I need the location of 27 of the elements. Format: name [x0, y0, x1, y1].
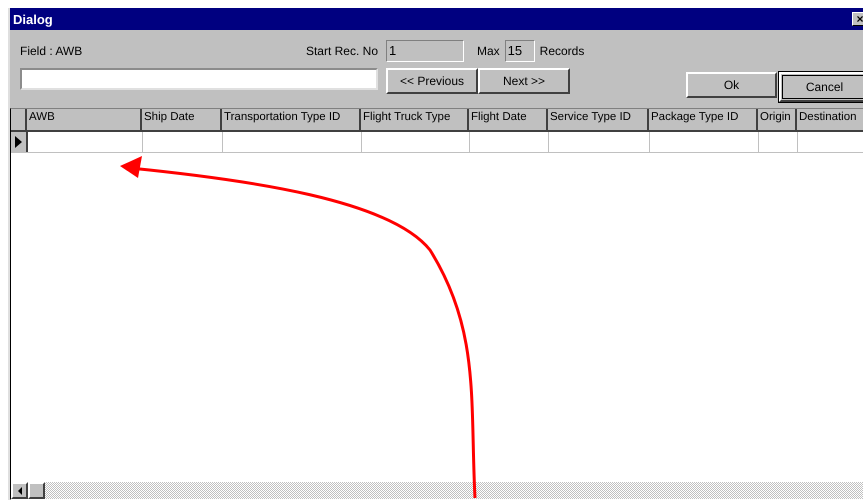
close-button[interactable]: × [852, 12, 863, 26]
next-button[interactable]: Next >> [478, 68, 570, 94]
column-header[interactable]: Flight Date [469, 109, 548, 130]
column-header[interactable]: Service Type ID [548, 109, 649, 130]
field-input[interactable] [20, 68, 378, 90]
cancel-button[interactable]: Cancel [779, 72, 863, 102]
field-label: Field : AWB [20, 43, 82, 60]
ok-button[interactable]: Ok [686, 72, 777, 98]
column-header[interactable]: Flight Truck Type [361, 109, 469, 130]
column-header[interactable]: Destination [797, 109, 863, 130]
row-header[interactable] [11, 132, 28, 152]
horizontal-scrollbar[interactable] [11, 482, 863, 499]
records-label: Records [540, 43, 584, 60]
max-label: Max [477, 43, 500, 60]
max-field[interactable]: 15 [504, 40, 535, 62]
left-arrow-icon [18, 486, 22, 494]
previous-button[interactable]: << Previous [386, 68, 478, 94]
column-header[interactable]: Package Type ID [649, 109, 758, 130]
column-header[interactable]: Origin [758, 109, 797, 130]
start-rec-field[interactable]: 1 [386, 40, 464, 62]
window-title: Dialog [13, 12, 53, 26]
column-header[interactable]: Ship Date [142, 109, 222, 130]
column-header[interactable]: AWB [27, 109, 142, 130]
start-rec-label: Start Rec. No [306, 43, 378, 60]
column-header[interactable]: Transportation Type ID [222, 109, 361, 130]
scroll-left-button[interactable] [11, 482, 28, 499]
scroll-thumb[interactable] [28, 482, 45, 499]
